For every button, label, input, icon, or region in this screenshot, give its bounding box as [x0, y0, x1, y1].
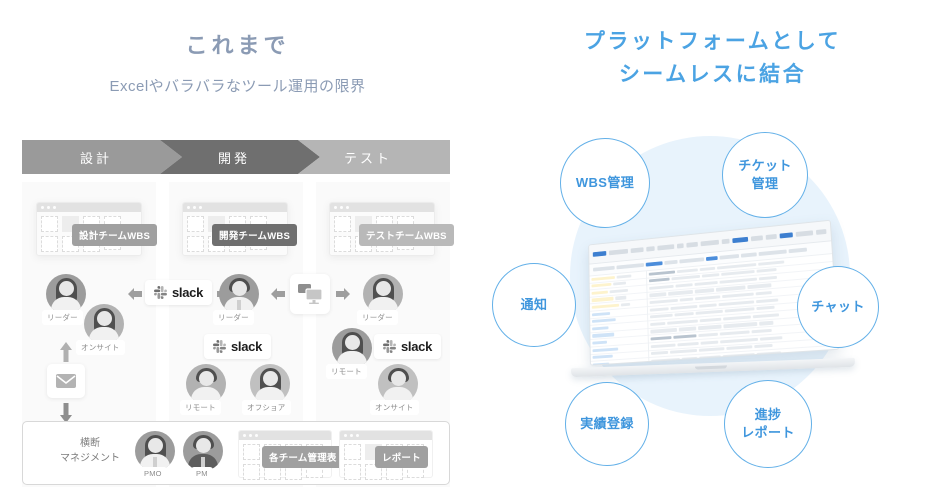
slack-icon [383, 340, 396, 353]
phase-chevron-design: 設計 [22, 140, 182, 174]
feature-bubble-chat[interactable]: チャット [797, 266, 879, 348]
feature-bubble-achievement-line1: 実績登録 [580, 416, 634, 432]
right-title-line2: シームレスに結合 [618, 62, 807, 86]
mail-card [47, 364, 85, 398]
avatar-design-leader [46, 274, 86, 314]
wbs-tag-development: 開発チームWBS [212, 224, 297, 246]
spreadsheet-task-column [589, 271, 651, 366]
phase-label-development: 開発 [217, 150, 250, 166]
arrow-right-icon [336, 288, 350, 300]
avatar-design-onsite [84, 304, 124, 344]
slack-card-development: slack [204, 334, 272, 359]
avatar-label-test-remote: リモート [326, 364, 367, 379]
avatar-label-design-leader: リーダー [42, 310, 83, 325]
cross-management-label-line2: マネジメント [60, 453, 120, 464]
phase-chevron-test: テスト [298, 140, 450, 174]
window-titlebar [239, 431, 331, 440]
cross-management-label-line1: 横断 [80, 438, 100, 449]
avatar-test-onsite [378, 364, 418, 404]
envelope-icon [56, 374, 76, 388]
slack-wordmark: slack [231, 339, 263, 354]
feature-bubble-wbs[interactable]: WBS管理 [560, 138, 650, 228]
left-title: これまで [185, 33, 290, 58]
slack-icon [154, 286, 167, 299]
slack-wordmark: slack [401, 339, 433, 354]
feature-bubble-ticket[interactable]: チケット 管理 [722, 132, 808, 218]
feature-bubble-ticket-line2: 管理 [751, 176, 779, 191]
platform-diagram: WBS管理 チケット 管理 通知 チャット 実績登録 進捗 レポート [475, 118, 950, 502]
arrow-left-icon [271, 288, 285, 300]
left-subtitle: Excelやバラバラなツール運用の限界 [109, 78, 366, 95]
screen-share-card [290, 274, 330, 314]
feature-bubble-ticket-line1: チケット [738, 158, 792, 174]
avatar-development-offshore [250, 364, 290, 404]
feature-bubble-notification[interactable]: 通知 [492, 263, 576, 347]
avatar-pm [183, 431, 223, 471]
left-heading-block: これまで Excelやバラバラなツール運用の限界 [0, 28, 475, 96]
slack-card-design: slack [145, 280, 213, 305]
avatar-label-pm: PM [191, 467, 213, 480]
team-sheet-tag: 各チーム管理表 [262, 446, 344, 468]
phase-banner: 設計 開発 テスト [22, 140, 450, 174]
right-title-line1: プラットフォームとして [583, 30, 842, 53]
avatar-label-test-leader: リーダー [357, 310, 398, 325]
feature-bubble-achievement[interactable]: 実績登録 [565, 382, 649, 466]
avatar-label-test-onsite: オンサイト [370, 400, 419, 415]
wbs-tag-test: テストチームWBS [359, 224, 454, 246]
cross-management-panel: 横断 マネジメント PMO PM 各チーム管理表 レポート [22, 421, 450, 485]
right-heading-block: プラットフォームとして シームレスに結合 [475, 26, 950, 91]
phase-columns: 設計チームWBS リーダー オンサイト slack 開発チームWBS リーダー … [22, 182, 454, 487]
feature-bubble-notification-line1: 通知 [520, 297, 548, 313]
avatar-label-development-remote: リモート [180, 400, 221, 415]
monitor-icon [298, 284, 322, 304]
slack-card-test: slack [374, 334, 442, 359]
report-tag: レポート [375, 446, 428, 468]
avatar-pmo [135, 431, 175, 471]
phase-label-test: テスト [343, 150, 392, 166]
avatar-label-development-offshore: オフショア [242, 400, 291, 415]
arrow-left-icon [128, 288, 142, 300]
phase-chevron-development: 開発 [160, 140, 320, 174]
avatar-label-design-onsite: オンサイト [76, 340, 125, 355]
avatar-label-pmo: PMO [139, 467, 167, 480]
window-titlebar [340, 431, 432, 440]
slide-canvas: これまで Excelやバラバラなツール運用の限界 プラットフォームとして シーム… [0, 0, 950, 502]
window-titlebar [330, 203, 434, 212]
slack-wordmark: slack [172, 285, 204, 300]
wbs-tag-design: 設計チームWBS [72, 224, 157, 246]
arrow-up-icon [60, 342, 72, 362]
slack-icon [213, 340, 226, 353]
avatar-test-leader [363, 274, 403, 314]
window-titlebar [37, 203, 141, 212]
legacy-workflow-diagram: 設計 開発 テスト 設計チームWBS リーダー オンサイト slack 開発チー… [22, 140, 454, 490]
avatar-development-leader [219, 274, 259, 314]
avatar-label-development-leader: リーダー [213, 310, 254, 325]
feature-bubble-wbs-line1: WBS管理 [575, 175, 635, 191]
avatar-development-remote [186, 364, 226, 404]
window-titlebar [183, 203, 287, 212]
cross-management-label: 横断 マネジメント [51, 436, 129, 466]
feature-bubble-progress[interactable]: 進捗 レポート [724, 380, 812, 468]
feature-bubble-progress-line1: 進捗 [754, 407, 782, 423]
avatar-test-remote [332, 328, 372, 368]
feature-bubble-progress-line2: レポート [741, 425, 795, 440]
feature-bubble-chat-line1: チャット [811, 299, 865, 315]
phase-label-design: 設計 [79, 150, 112, 166]
arrow-down-icon [60, 403, 72, 423]
